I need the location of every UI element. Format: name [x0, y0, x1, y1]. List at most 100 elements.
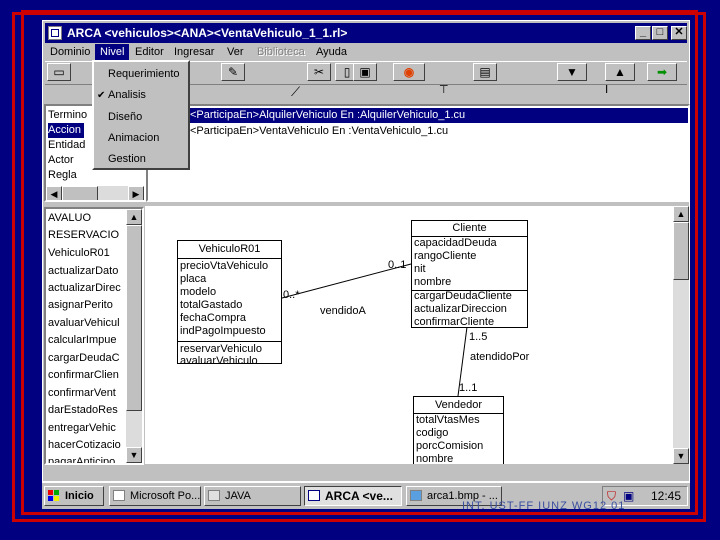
- element-list-panel: AVALUO RESERVACIO VehiculoR01 actualizar…: [44, 207, 144, 465]
- list-item[interactable]: asignarPerito: [48, 298, 113, 313]
- element-list-vscroll[interactable]: ▲ ▼: [126, 209, 142, 463]
- multiplicity-label: 0..*: [283, 289, 300, 301]
- class-vendedor[interactable]: Vendedor totalVtasMes codigo porcComisio…: [413, 396, 504, 464]
- relation-item[interactable]: <ParticipaEn>VentaVehiculo En :VentaVehi…: [190, 124, 448, 139]
- go-arrow-icon[interactable]: ➡: [647, 63, 677, 81]
- maximize-button[interactable]: □: [652, 26, 668, 40]
- start-button[interactable]: Inicio: [44, 486, 104, 506]
- association-name: atendidoPor: [470, 351, 530, 363]
- minimize-button[interactable]: _: [635, 26, 651, 40]
- attribute: indPagoImpuesto: [180, 325, 266, 337]
- menu-editor[interactable]: Editor: [130, 44, 169, 60]
- close-button[interactable]: ✕: [671, 26, 687, 40]
- window-title: ARCA <vehiculos><ANA><VentaVehiculo_1_1.…: [67, 26, 348, 40]
- type-item-termino[interactable]: Termino: [48, 108, 87, 123]
- save-icon[interactable]: ▣: [353, 63, 377, 81]
- edit-tool-icon[interactable]: ✎: [221, 63, 245, 81]
- menu-biblioteca[interactable]: Biblioteca: [252, 44, 310, 60]
- attribute: precioVtaVehiculo: [180, 260, 269, 272]
- menubar: Dominio Nivel Editor Ingresar Ver Biblio…: [45, 43, 687, 61]
- type-list-hscroll[interactable]: ◀ ▶: [46, 186, 144, 200]
- type-item-actor[interactable]: Actor: [48, 153, 74, 168]
- list-item[interactable]: RESERVACIO: [48, 228, 119, 243]
- class-cliente[interactable]: Cliente capacidadDeuda rangoCliente nit …: [411, 220, 528, 328]
- arrow-down-icon[interactable]: ▼: [557, 63, 587, 81]
- task-label: ARCA <ve...: [325, 489, 393, 503]
- task-label: Microsoft Po...: [130, 490, 201, 502]
- cut-icon[interactable]: ✂: [307, 63, 331, 81]
- menu-item-analisis[interactable]: Analisis: [108, 89, 146, 101]
- arca-icon: [308, 490, 320, 501]
- relation-item[interactable]: <ParticipaEn>AlquilerVehiculo En :Alquil…: [190, 108, 465, 123]
- attribute: nombre: [414, 276, 452, 288]
- start-label: Inicio: [65, 490, 94, 502]
- menu-ayuda[interactable]: Ayuda: [311, 44, 352, 60]
- menu-nivel[interactable]: Nivel: [95, 44, 130, 60]
- attribute: rangoCliente: [414, 250, 477, 262]
- attribute: totalVtasMes: [416, 414, 480, 426]
- type-item-regla[interactable]: Regla: [48, 168, 77, 183]
- list-item[interactable]: avaluarVehicul: [48, 316, 120, 331]
- diagram-canvas[interactable]: VehiculoR01 precioVtaVehiculo placa mode…: [145, 206, 673, 464]
- list-item[interactable]: cargarDeudaC: [48, 351, 120, 366]
- attribute: totalGastado: [180, 299, 243, 311]
- attribute: fechaCompra: [180, 312, 247, 324]
- scroll-thumb[interactable]: [62, 186, 98, 200]
- association-name: vendidoA: [320, 305, 366, 317]
- menu-ver[interactable]: Ver: [222, 44, 249, 60]
- type-item-entidad[interactable]: Entidad: [48, 138, 85, 153]
- scroll-thumb[interactable]: [673, 222, 689, 280]
- attribute-section: precioVtaVehiculo placa modelo totalGast…: [178, 258, 281, 342]
- class-name: Cliente: [412, 221, 527, 237]
- list-item[interactable]: darEstadoRes: [48, 403, 118, 418]
- attribute: capacidadDeuda: [414, 237, 497, 249]
- list-item[interactable]: VehiculoR01: [48, 246, 110, 261]
- attribute: modelo: [180, 286, 217, 298]
- menu-item-requerimiento[interactable]: Requerimiento: [108, 68, 180, 80]
- paint-icon: [410, 490, 422, 501]
- multiplicity-label: 1..5: [469, 331, 488, 343]
- menu-ingresar[interactable]: Ingresar: [169, 44, 219, 60]
- attribute-section: capacidadDeuda rangoCliente nit nombre: [412, 236, 527, 291]
- list-item[interactable]: hacerCotizacio: [48, 438, 121, 453]
- paste-icon[interactable]: ▤: [473, 63, 497, 81]
- windows-logo-icon: [48, 490, 59, 501]
- association-line-icon[interactable]: ⟋: [291, 84, 300, 100]
- task-arca[interactable]: ARCA <ve...: [304, 486, 402, 506]
- window-titlebar[interactable]: ARCA <vehiculos><ANA><VentaVehiculo_1_1.…: [45, 23, 687, 43]
- new-document-icon[interactable]: ▭: [47, 63, 71, 81]
- arrow-up-icon[interactable]: ▲: [605, 63, 635, 81]
- list-item[interactable]: calcularImpue: [48, 333, 116, 348]
- scroll-up-icon[interactable]: ▲: [673, 206, 689, 222]
- scroll-down-icon[interactable]: ▼: [673, 448, 689, 464]
- class-name: Vendedor: [414, 397, 503, 414]
- canvas-vscroll[interactable]: ▲ ▼: [673, 206, 689, 464]
- java-icon: [208, 490, 220, 501]
- oracle-logo-icon[interactable]: ◉: [393, 63, 425, 81]
- pin-icon[interactable]: ⵏ: [605, 83, 608, 96]
- task-label: JAVA: [225, 490, 251, 502]
- list-item[interactable]: actualizarDirec: [48, 281, 121, 296]
- menu-item-gestion[interactable]: Gestion: [108, 153, 146, 165]
- scroll-up-icon[interactable]: ▲: [126, 209, 142, 225]
- anchor-icon[interactable]: ⊤: [439, 83, 449, 96]
- menu-dominio[interactable]: Dominio: [45, 44, 95, 60]
- list-item[interactable]: AVALUO: [48, 211, 91, 226]
- menu-item-animacion[interactable]: Animacion: [108, 132, 159, 144]
- list-item[interactable]: confirmarClien: [48, 368, 119, 383]
- scroll-right-icon[interactable]: ▶: [128, 186, 144, 200]
- menu-item-diseno[interactable]: Diseño: [108, 111, 142, 123]
- check-icon: ✔: [97, 90, 106, 101]
- list-item[interactable]: pagarAnticipo: [48, 455, 115, 463]
- scroll-down-icon[interactable]: ▼: [126, 447, 142, 463]
- list-item[interactable]: entregarVehic: [48, 421, 116, 436]
- class-vehiculo[interactable]: VehiculoR01 precioVtaVehiculo placa mode…: [177, 240, 282, 367]
- app-icon: [48, 26, 62, 40]
- task-powerpoint[interactable]: Microsoft Po...: [109, 486, 201, 506]
- scroll-thumb[interactable]: [126, 225, 142, 411]
- type-item-accion[interactable]: Accion: [48, 123, 85, 138]
- scroll-left-icon[interactable]: ◀: [46, 186, 62, 200]
- list-item[interactable]: confirmarVent: [48, 386, 116, 401]
- task-java[interactable]: JAVA: [204, 486, 301, 506]
- list-item[interactable]: actualizarDato: [48, 264, 118, 279]
